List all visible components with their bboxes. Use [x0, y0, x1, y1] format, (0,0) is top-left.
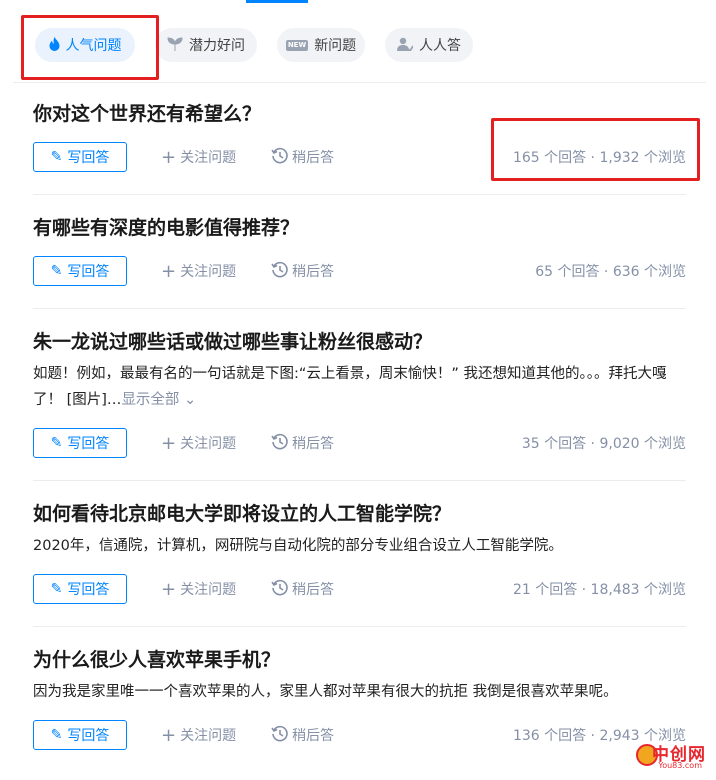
watermark-logo: 中创网 You83.com: [636, 740, 712, 774]
later-label: 稍后答: [292, 582, 334, 598]
write-answer-button[interactable]: ✎ 写回答: [33, 256, 127, 286]
plus-icon: +: [161, 724, 177, 746]
question-title[interactable]: 为什么很少人喜欢苹果手机？: [33, 645, 280, 672]
question-actions: ✎ 写回答 + 关注问题 稍后答 21 个回答 · 18,483 个浏览: [33, 574, 686, 604]
history-clock-icon: [271, 261, 288, 282]
question-feed: 人气问题 潜力好问 NEW 新问题 人人答 你对这个世界还有希望么？ ✎ 写回答…: [13, 0, 706, 780]
answer-later-button[interactable]: 稍后答: [271, 256, 334, 286]
write-answer-label: 写回答: [67, 264, 110, 280]
answer-later-button[interactable]: 稍后答: [271, 142, 334, 172]
divider: [33, 480, 686, 481]
question-actions: ✎ 写回答 + 关注问题 稍后答 136 个回答 · 2,943 个浏览: [33, 720, 686, 750]
follow-label: 关注问题: [180, 582, 237, 598]
question-actions: ✎ 写回答 + 关注问题 稍后答 165 个回答 · 1,932 个浏览: [33, 142, 686, 172]
plus-icon: +: [161, 260, 177, 282]
question-title[interactable]: 朱一龙说过哪些话或做过哪些事让粉丝很感动？: [33, 327, 432, 354]
show-all-link[interactable]: 显示全部 ⌄: [121, 392, 196, 408]
new-badge-icon: NEW: [285, 39, 309, 51]
answer-later-button[interactable]: 稍后答: [271, 720, 334, 750]
question-title[interactable]: 你对这个世界还有希望么？: [33, 99, 261, 126]
tab-label: 人人答: [419, 38, 461, 54]
write-answer-label: 写回答: [67, 728, 110, 744]
question-title[interactable]: 有哪些有深度的电影值得推荐？: [33, 213, 299, 240]
answer-later-button[interactable]: 稍后答: [271, 574, 334, 604]
write-answer-button[interactable]: ✎ 写回答: [33, 142, 127, 172]
tab-label: 潜力好问: [189, 38, 245, 54]
divider: [33, 308, 686, 309]
answer-later-button[interactable]: 稍后答: [271, 428, 334, 458]
follow-label: 关注问题: [180, 436, 237, 452]
pencil-icon: ✎: [50, 149, 63, 165]
later-label: 稍后答: [292, 150, 334, 166]
question-title[interactable]: 如何看待北京邮电大学即将设立的人工智能学院？: [33, 499, 451, 526]
plus-icon: +: [161, 146, 177, 168]
later-label: 稍后答: [292, 264, 334, 280]
pencil-icon: ✎: [50, 263, 63, 279]
question-excerpt: 如题！例如，最最有名的一句话就是下图:“云上看景，周末愉快！” 我还想知道其他的…: [33, 361, 693, 413]
follow-label: 关注问题: [180, 728, 237, 744]
pencil-icon: ✎: [50, 727, 63, 743]
history-clock-icon: [271, 725, 288, 746]
tab-label: 新问题: [314, 38, 357, 54]
follow-question-button[interactable]: + 关注问题: [161, 256, 236, 286]
plus-icon: +: [161, 578, 177, 600]
question-actions: ✎ 写回答 + 关注问题 稍后答 35 个回答 · 9,020 个浏览: [33, 428, 686, 458]
history-clock-icon: [271, 147, 288, 168]
write-answer-button[interactable]: ✎ 写回答: [33, 428, 127, 458]
pencil-icon: ✎: [50, 581, 63, 597]
tab-new-questions[interactable]: NEW 新问题: [277, 28, 365, 62]
later-label: 稍后答: [292, 728, 334, 744]
question-excerpt: 2020年，信通院，计算机，网研院与自动化院的部分专业组合设立人工智能学院。: [33, 538, 563, 554]
highlight-box-tab: [21, 15, 159, 80]
pencil-icon: ✎: [50, 435, 63, 451]
divider: [33, 626, 686, 627]
question-stats: 65 个回答 · 636 个浏览: [535, 264, 686, 280]
question-stats: 21 个回答 · 18,483 个浏览: [512, 582, 686, 598]
follow-label: 关注问题: [180, 264, 237, 280]
history-clock-icon: [271, 433, 288, 454]
divider: [33, 194, 686, 195]
write-answer-label: 写回答: [67, 436, 110, 452]
write-answer-label: 写回答: [67, 582, 110, 598]
follow-question-button[interactable]: + 关注问题: [161, 428, 236, 458]
follow-question-button[interactable]: + 关注问题: [161, 574, 236, 604]
write-answer-button[interactable]: ✎ 写回答: [33, 720, 127, 750]
tab-everyone-answers[interactable]: 人人答: [385, 28, 473, 62]
plus-icon: +: [161, 432, 177, 454]
follow-question-button[interactable]: + 关注问题: [161, 142, 236, 172]
question-stats: 35 个回答 · 9,020 个浏览: [521, 436, 686, 452]
write-answer-label: 写回答: [67, 150, 110, 166]
watermark-subtext: You83.com: [658, 761, 702, 770]
question-excerpt: 因为我是家里唯一一个喜欢苹果的人，家里人都对苹果有很大的抗拒 我倒是很喜欢苹果呢…: [33, 684, 618, 700]
question-actions: ✎ 写回答 + 关注问题 稍后答 65 个回答 · 636 个浏览: [33, 256, 686, 286]
question-stats: 165 个回答 · 1,932 个浏览: [512, 150, 686, 166]
history-clock-icon: [271, 579, 288, 600]
write-answer-button[interactable]: ✎ 写回答: [33, 574, 127, 604]
follow-label: 关注问题: [180, 150, 237, 166]
later-label: 稍后答: [292, 436, 334, 452]
people-icon: [397, 37, 414, 54]
tab-potential-questions[interactable]: 潜力好问: [155, 28, 257, 62]
sprout-icon: [167, 36, 183, 54]
follow-question-button[interactable]: + 关注问题: [161, 720, 236, 750]
